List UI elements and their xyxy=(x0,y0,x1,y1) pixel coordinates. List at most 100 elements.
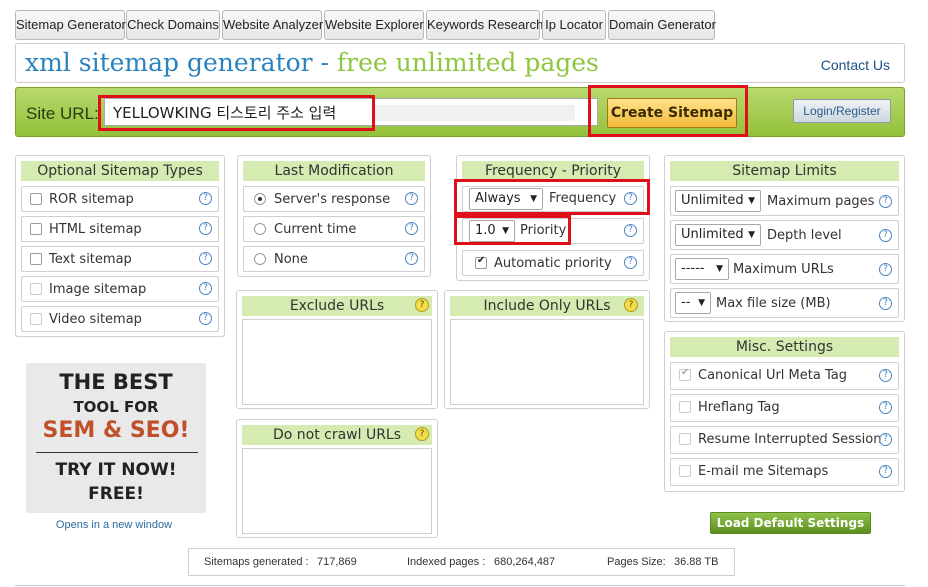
ror-sitemap-row[interactable]: ROR sitemap ? xyxy=(21,186,219,212)
chevron-down-icon: ▼ xyxy=(716,264,723,274)
max-file-size-select[interactable]: -- ▼ xyxy=(675,292,711,314)
current-time-row[interactable]: Current time ? xyxy=(243,216,425,242)
title-accent: free unlimited pages xyxy=(336,48,599,77)
none-row[interactable]: None ? xyxy=(243,246,425,272)
help-icon[interactable]: ? xyxy=(624,224,637,237)
max-urls-label: Maximum URLs xyxy=(733,262,834,277)
help-icon[interactable]: ? xyxy=(879,401,892,414)
help-icon[interactable]: ? xyxy=(415,298,429,312)
current-time-radio[interactable] xyxy=(254,223,266,235)
load-default-settings-button[interactable]: Load Default Settings xyxy=(710,512,871,534)
ad-line-3: SEM & SEO! xyxy=(42,418,190,443)
panel-title: Last Modification xyxy=(243,161,425,181)
resume-checkbox[interactable] xyxy=(679,433,691,445)
image-sitemap-checkbox[interactable] xyxy=(30,283,42,295)
exclude-urls-panel: Exclude URLs ? xyxy=(236,290,438,409)
site-url-label: Site URL: xyxy=(26,104,99,123)
html-sitemap-checkbox[interactable] xyxy=(30,223,42,235)
servers-response-row[interactable]: Server's response ? xyxy=(243,186,425,212)
chevron-down-icon: ▼ xyxy=(748,196,755,206)
priority-highlight-box xyxy=(454,215,571,245)
login-register-button[interactable]: Login/Register xyxy=(793,99,891,123)
sitemap-limits-panel: Sitemap Limits Unlimited ▼ Maximum pages … xyxy=(664,155,905,322)
help-icon[interactable]: ? xyxy=(879,263,892,276)
exclude-urls-textarea[interactable] xyxy=(242,319,432,405)
tab-sitemap-generator[interactable]: Sitemap Generator xyxy=(15,10,126,40)
url-highlight-box xyxy=(98,95,375,131)
help-icon[interactable]: ? xyxy=(624,298,638,312)
none-radio[interactable] xyxy=(254,253,266,265)
help-icon[interactable]: ? xyxy=(879,465,892,478)
page-title: xml sitemap generator - free unlimited p… xyxy=(25,48,599,77)
do-not-crawl-urls-textarea[interactable] xyxy=(242,448,432,534)
hreflang-checkbox[interactable] xyxy=(679,401,691,413)
servers-response-label: Server's response xyxy=(274,192,391,207)
contact-us-link[interactable]: Contact Us xyxy=(821,57,890,73)
auto-priority-row[interactable]: Automatic priority ? xyxy=(462,250,644,276)
help-icon[interactable]: ? xyxy=(199,222,212,235)
email-checkbox[interactable] xyxy=(679,465,691,477)
current-time-label: Current time xyxy=(274,222,357,237)
video-sitemap-checkbox[interactable] xyxy=(30,313,42,325)
depth-level-select[interactable]: Unlimited ▼ xyxy=(675,224,761,246)
chevron-down-icon: ▼ xyxy=(698,298,705,308)
image-sitemap-label: Image sitemap xyxy=(49,282,147,297)
ror-sitemap-checkbox[interactable] xyxy=(30,193,42,205)
html-sitemap-row[interactable]: HTML sitemap ? xyxy=(21,216,219,242)
help-icon[interactable]: ? xyxy=(199,252,212,265)
video-sitemap-row[interactable]: Video sitemap ? xyxy=(21,306,219,332)
tab-domain-generator[interactable]: Domain Generator xyxy=(608,10,716,40)
tab-ip-locator[interactable]: Ip Locator xyxy=(542,10,606,40)
tab-website-analyzer[interactable]: Website Analyzer xyxy=(222,10,323,40)
ad-line-4: TRY IT NOW! xyxy=(55,460,177,480)
max-pages-select[interactable]: Unlimited ▼ xyxy=(675,190,761,212)
canonical-row[interactable]: Canonical Url Meta Tag ? xyxy=(670,362,899,390)
depth-level-value: Unlimited xyxy=(681,227,744,242)
help-icon[interactable]: ? xyxy=(879,433,892,446)
include-only-urls-textarea[interactable] xyxy=(450,319,644,405)
help-icon[interactable]: ? xyxy=(405,222,418,235)
pages-size-value: 36.88 TB xyxy=(674,556,719,568)
help-icon[interactable]: ? xyxy=(879,369,892,382)
misc-settings-panel: Misc. Settings Canonical Url Meta Tag ? … xyxy=(664,331,905,492)
servers-response-radio[interactable] xyxy=(254,193,266,205)
help-icon[interactable]: ? xyxy=(879,297,892,310)
canonical-checkbox[interactable] xyxy=(679,367,691,381)
help-icon[interactable]: ? xyxy=(624,256,637,269)
depth-level-label: Depth level xyxy=(767,228,842,243)
help-icon[interactable]: ? xyxy=(405,252,418,265)
auto-priority-checkbox[interactable] xyxy=(475,255,487,269)
opens-new-window-note: Opens in a new window xyxy=(55,519,173,531)
auto-priority-label: Automatic priority xyxy=(494,256,612,271)
help-icon[interactable]: ? xyxy=(415,427,429,441)
help-icon[interactable]: ? xyxy=(879,229,892,242)
chevron-down-icon: ▼ xyxy=(748,230,755,240)
panel-title: Sitemap Limits xyxy=(670,161,899,181)
optional-sitemap-types-panel: Optional Sitemap Types ROR sitemap ? HTM… xyxy=(15,155,225,337)
video-sitemap-label: Video sitemap xyxy=(49,312,142,327)
text-sitemap-row[interactable]: Text sitemap ? xyxy=(21,246,219,272)
image-sitemap-row[interactable]: Image sitemap ? xyxy=(21,276,219,302)
email-row[interactable]: E-mail me Sitemaps ? xyxy=(670,458,899,486)
html-sitemap-label: HTML sitemap xyxy=(49,222,142,237)
create-highlight-box xyxy=(588,85,748,137)
text-sitemap-checkbox[interactable] xyxy=(30,253,42,265)
help-icon[interactable]: ? xyxy=(199,282,212,295)
panel-title: Do not crawl URLs xyxy=(242,425,432,445)
help-icon[interactable]: ? xyxy=(199,192,212,205)
help-icon[interactable]: ? xyxy=(199,312,212,325)
panel-title: Frequency - Priority xyxy=(462,161,644,181)
help-icon[interactable]: ? xyxy=(405,192,418,205)
ad-banner[interactable]: THE BEST TOOL FOR SEM & SEO! TRY IT NOW!… xyxy=(26,363,206,513)
tab-keywords-research[interactable]: Keywords Research xyxy=(426,10,543,40)
max-pages-label: Maximum pages xyxy=(767,194,875,209)
max-urls-select[interactable]: ----- ▼ xyxy=(675,258,729,280)
indexed-pages-value: 680,264,487 xyxy=(494,556,556,568)
tab-website-explorer[interactable]: Website Explorer xyxy=(324,10,424,40)
tab-check-domains[interactable]: Check Domains xyxy=(126,10,220,40)
hreflang-row[interactable]: Hreflang Tag ? xyxy=(670,394,899,422)
ad-line-1: THE BEST xyxy=(59,370,173,394)
resume-row[interactable]: Resume Interrupted Session ? xyxy=(670,426,899,454)
depth-level-row: Unlimited ▼ Depth level ? xyxy=(670,220,899,250)
help-icon[interactable]: ? xyxy=(879,195,892,208)
